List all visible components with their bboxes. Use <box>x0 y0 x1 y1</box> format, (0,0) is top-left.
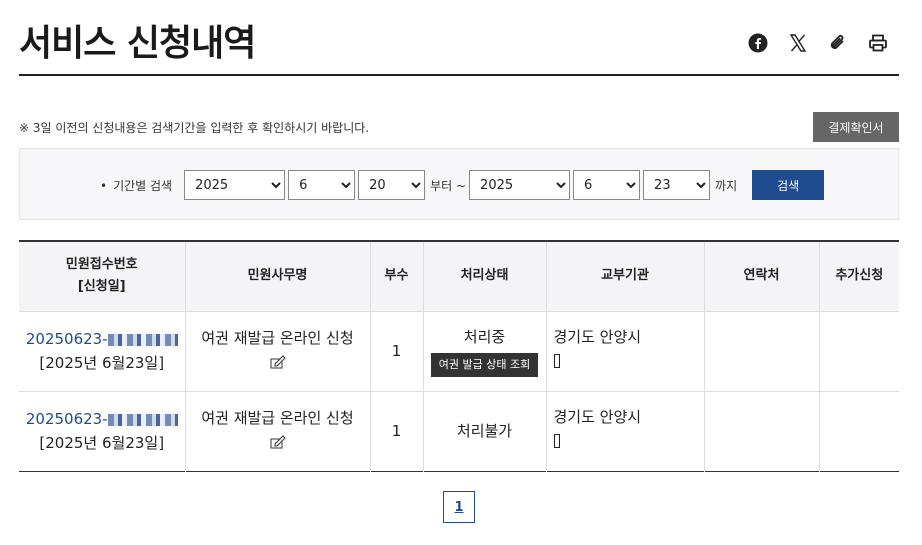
agency-glyph <box>553 434 560 448</box>
header-service-name: 민원사무명 <box>185 241 371 312</box>
passport-status-button[interactable]: 여권 발급 상태 조회 <box>430 353 539 377</box>
agency-name: 경기도 안양시 <box>553 407 642 426</box>
receipt-number-link[interactable]: 20250623- <box>26 330 178 348</box>
header-agency: 교부기관 <box>546 241 705 312</box>
search-row: • 기간별 검색 2025 6 20 부터 ~ 2025 6 23 까지 검색 <box>100 170 825 200</box>
extra-cell <box>819 391 899 471</box>
copies-cell: 1 <box>370 311 424 392</box>
edit-icon[interactable] <box>270 432 286 456</box>
from-suffix: 부터 ~ <box>430 178 467 193</box>
search-label: • 기간별 검색 <box>100 177 172 194</box>
copies-cell: 1 <box>370 391 424 471</box>
from-month-select[interactable]: 6 <box>288 170 356 200</box>
to-month-select[interactable]: 6 <box>573 170 641 200</box>
service-cell: 여권 재발급 온라인 신청 <box>185 311 371 392</box>
header-contact: 연락처 <box>704 241 820 312</box>
table-header-row: 민원접수번호 [신청일] 민원사무명 부수 처리상태 교부기관 연락처 추가신청 <box>19 241 899 312</box>
bullet-icon: • <box>100 178 108 193</box>
from-day-select[interactable]: 20 <box>358 170 426 200</box>
header-receipt-no: 민원접수번호 [신청일] <box>19 241 186 312</box>
contact-cell <box>704 311 820 392</box>
page-header: 서비스 신청내역 <box>19 0 899 76</box>
header-copies: 부수 <box>370 241 424 312</box>
contact-cell <box>704 391 820 471</box>
header-status: 처리상태 <box>423 241 547 312</box>
paperclip-icon[interactable] <box>827 32 849 54</box>
status-text: 처리중 <box>463 328 506 346</box>
receipt-number-link[interactable]: 20250623- <box>26 410 178 428</box>
agency-name: 경기도 안양시 <box>553 327 642 346</box>
search-button[interactable]: 검색 <box>752 170 825 200</box>
receipt-cell: 20250623- [2025년 6월23일] <box>19 311 186 392</box>
to-day-select[interactable]: 23 <box>643 170 711 200</box>
page-title: 서비스 신청내역 <box>19 23 256 64</box>
x-icon[interactable] <box>787 32 809 54</box>
service-name: 여권 재발급 온라인 신청 <box>201 329 354 347</box>
extra-cell <box>819 311 899 392</box>
table-row: 20250623- [2025년 6월23일] 여권 재발급 온라인 신청 1 … <box>19 311 899 392</box>
table-row: 20250623- [2025년 6월23일] 여권 재발급 온라인 신청 1 … <box>19 391 899 471</box>
masked-number <box>107 413 178 426</box>
agency-cell: 경기도 안양시 <box>546 391 705 471</box>
payment-receipt-button[interactable]: 결제확인서 <box>813 112 899 142</box>
apply-date: [2025년 6월23일] <box>39 354 165 372</box>
search-panel: • 기간별 검색 2025 6 20 부터 ~ 2025 6 23 까지 검색 <box>19 148 899 220</box>
application-table: 민원접수번호 [신청일] 민원사무명 부수 처리상태 교부기관 연락처 추가신청 … <box>19 240 899 472</box>
service-name: 여권 재발급 온라인 신청 <box>201 409 354 427</box>
receipt-cell: 20250623- [2025년 6월23일] <box>19 391 186 471</box>
status-cell: 처리불가 <box>423 391 547 471</box>
agency-cell: 경기도 안양시 <box>546 311 705 392</box>
status-text: 처리불가 <box>456 422 513 440</box>
edit-icon[interactable] <box>270 352 286 376</box>
from-year-select[interactable]: 2025 <box>184 170 286 200</box>
agency-glyph <box>553 354 560 368</box>
facebook-icon[interactable] <box>747 32 769 54</box>
print-icon[interactable] <box>867 32 889 54</box>
search-label-text: 기간별 검색 <box>113 178 173 193</box>
apply-date: [2025년 6월23일] <box>39 434 165 452</box>
page-number-current[interactable]: 1 <box>443 491 475 523</box>
masked-number <box>107 333 178 346</box>
header-extra: 추가신청 <box>819 241 899 312</box>
to-suffix: 까지 <box>715 178 738 193</box>
to-year-select[interactable]: 2025 <box>469 170 571 200</box>
service-cell: 여권 재발급 온라인 신청 <box>185 391 371 471</box>
status-cell: 처리중 여권 발급 상태 조회 <box>423 311 547 392</box>
notice-text: ※ 3일 이전의 신청내용은 검색기간을 입력한 후 확인하시기 바랍니다. <box>19 121 370 135</box>
share-toolbar <box>747 32 889 54</box>
